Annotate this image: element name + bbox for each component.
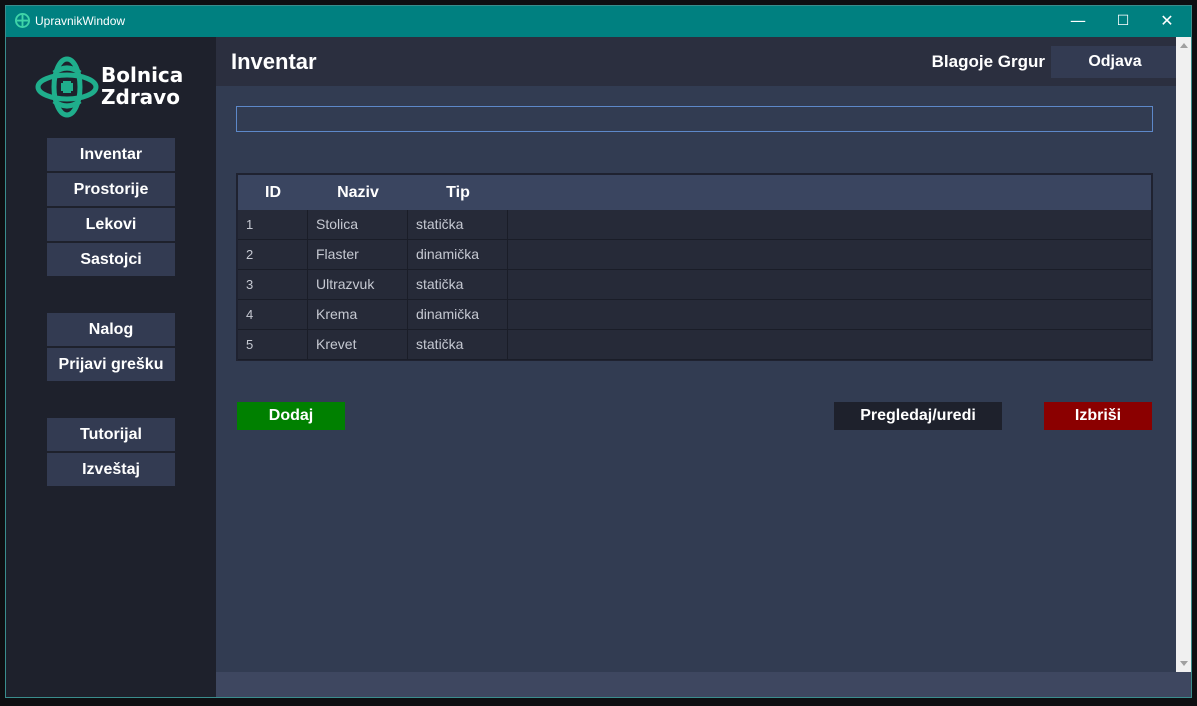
table-row[interactable]: 5 Krevet statička xyxy=(238,330,1151,360)
scroll-up-icon[interactable] xyxy=(1180,43,1188,48)
sidebar-item-inventar[interactable]: Inventar xyxy=(47,138,175,171)
cell-tip: dinamička xyxy=(408,300,508,329)
vertical-scrollbar[interactable] xyxy=(1176,37,1191,672)
cell-id: 2 xyxy=(238,240,308,269)
sidebar-item-tutorijal[interactable]: Tutorijal xyxy=(47,418,175,451)
window-title: UpravnikWindow xyxy=(35,14,126,28)
app-icon xyxy=(15,13,30,28)
user-name: Blagoje Grgur xyxy=(931,52,1045,71)
hospital-logo-icon xyxy=(35,56,99,118)
sidebar-item-nalog[interactable]: Nalog xyxy=(47,313,175,346)
cell-id: 3 xyxy=(238,270,308,299)
sidebar: Bolnica Zdravo Inventar Prostorije Lekov… xyxy=(6,37,216,697)
cell-naziv: Stolica xyxy=(308,210,408,239)
table-row[interactable]: 3 Ultrazvuk statička xyxy=(238,270,1151,300)
table-row[interactable]: 1 Stolica statička xyxy=(238,210,1151,240)
cell-tip: dinamička xyxy=(408,240,508,269)
view-edit-button[interactable]: Pregledaj/uredi xyxy=(834,402,1002,430)
cell-tip: statička xyxy=(408,330,508,359)
title-bar[interactable]: UpravnikWindow — ☐ ✕ xyxy=(6,6,1191,37)
column-header-naziv[interactable]: Naziv xyxy=(308,175,408,210)
cell-id: 4 xyxy=(238,300,308,329)
sidebar-item-izvestaj[interactable]: Izveštaj xyxy=(47,453,175,486)
logout-button[interactable]: Odjava xyxy=(1051,46,1179,78)
cell-id: 1 xyxy=(238,210,308,239)
cell-naziv: Krema xyxy=(308,300,408,329)
cell-naziv: Ultrazvuk xyxy=(308,270,408,299)
page-header: Inventar Blagoje Grgur Odjava xyxy=(216,37,1191,86)
cell-naziv: Flaster xyxy=(308,240,408,269)
footer-band xyxy=(216,672,1191,697)
sidebar-item-prijavi-gresku[interactable]: Prijavi grešku xyxy=(47,348,175,381)
column-header-id[interactable]: ID xyxy=(238,175,308,210)
logo-text: Bolnica Zdravo xyxy=(101,64,183,108)
add-button[interactable]: Dodaj xyxy=(237,402,345,430)
inventory-table: ID Naziv Tip 1 Stolica statička 2 Flaste… xyxy=(236,173,1153,361)
app-window: UpravnikWindow — ☐ ✕ Bolnica Zdravo Inve… xyxy=(5,5,1192,698)
page-title: Inventar xyxy=(231,49,317,74)
sidebar-item-prostorije[interactable]: Prostorije xyxy=(47,173,175,206)
cell-id: 5 xyxy=(238,330,308,359)
main-content: Inventar Blagoje Grgur Odjava ID Naziv T… xyxy=(216,37,1191,697)
table-header: ID Naziv Tip xyxy=(238,175,1151,210)
delete-button[interactable]: Izbriši xyxy=(1044,402,1152,430)
table-row[interactable]: 2 Flaster dinamička xyxy=(238,240,1151,270)
minimize-button[interactable]: — xyxy=(1055,6,1101,37)
close-button[interactable]: ✕ xyxy=(1144,6,1190,37)
table-row[interactable]: 4 Krema dinamička xyxy=(238,300,1151,330)
scroll-down-icon[interactable] xyxy=(1180,661,1188,666)
cell-naziv: Krevet xyxy=(308,330,408,359)
cell-tip: statička xyxy=(408,270,508,299)
column-header-tip[interactable]: Tip xyxy=(408,175,508,210)
logo-line-2: Zdravo xyxy=(101,85,180,109)
sidebar-item-sastojci[interactable]: Sastojci xyxy=(47,243,175,276)
sidebar-item-lekovi[interactable]: Lekovi xyxy=(47,208,175,241)
logo-line-1: Bolnica xyxy=(101,63,184,87)
cell-tip: statička xyxy=(408,210,508,239)
search-input[interactable] xyxy=(236,106,1153,132)
maximize-button[interactable]: ☐ xyxy=(1100,6,1146,37)
